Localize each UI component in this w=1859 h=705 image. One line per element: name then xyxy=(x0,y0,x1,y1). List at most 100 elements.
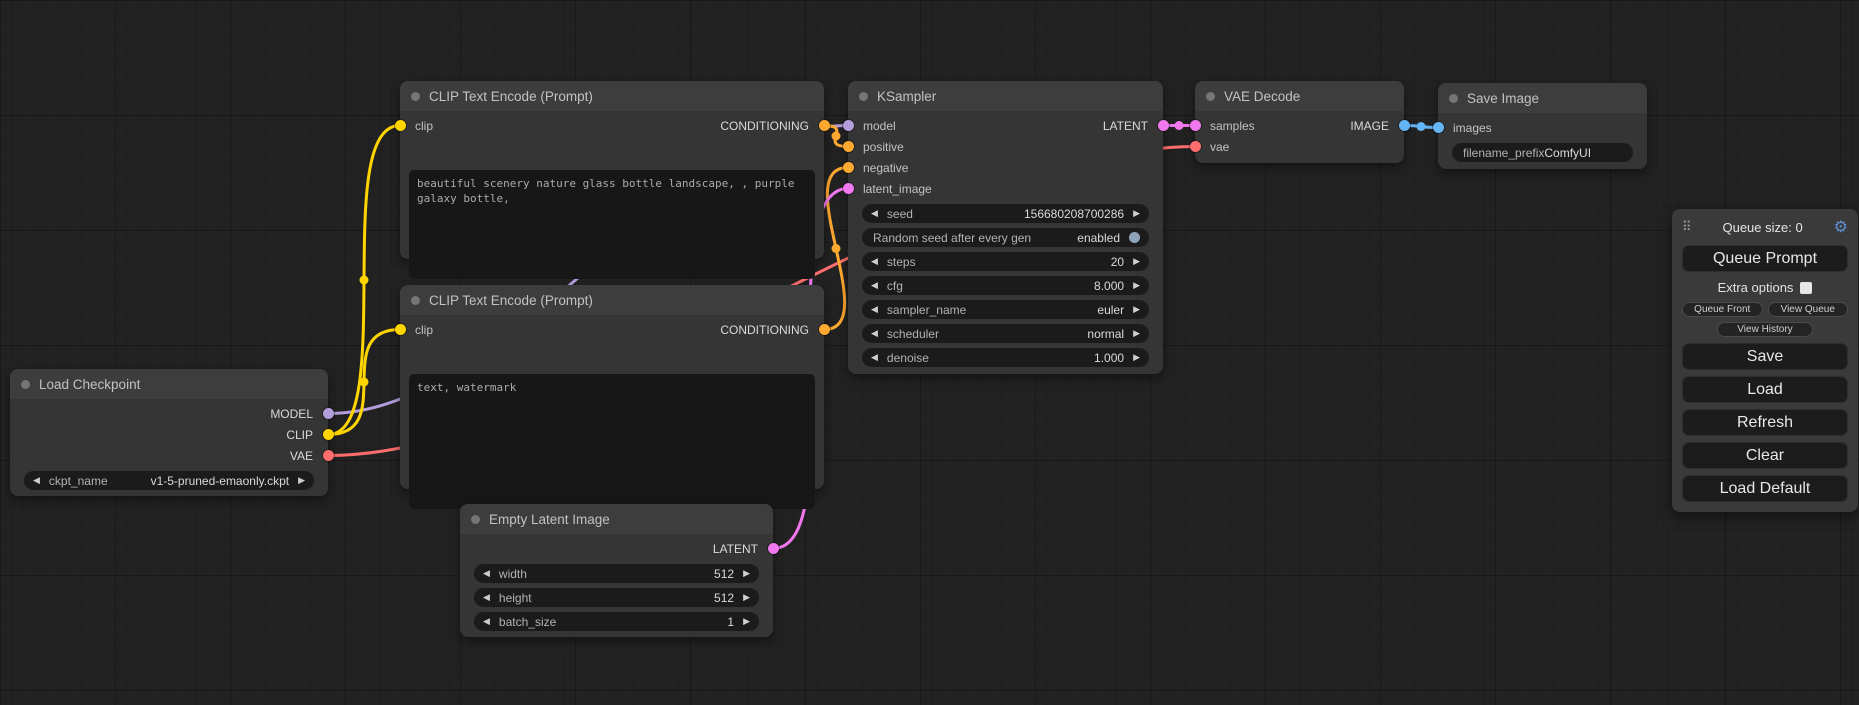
save-button[interactable]: Save xyxy=(1682,343,1848,370)
queue-prompt-button[interactable]: Queue Prompt xyxy=(1682,245,1848,272)
cfg-widget[interactable]: ◀ cfg 8.000 ▶ xyxy=(862,276,1149,295)
increment-arrow-icon[interactable]: ▶ xyxy=(743,569,750,578)
increment-arrow-icon[interactable]: ▶ xyxy=(1133,329,1140,338)
node-empty-latent-image[interactable]: Empty Latent Image LATENT ◀ width 512 ▶ … xyxy=(460,504,773,637)
negative-input-dot[interactable] xyxy=(843,162,854,173)
link-midpoint-dot[interactable] xyxy=(360,276,369,285)
collapse-dot-icon[interactable] xyxy=(1449,94,1458,103)
collapse-dot-icon[interactable] xyxy=(411,296,420,305)
model-input-dot[interactable] xyxy=(843,120,854,131)
increment-arrow-icon[interactable]: ▶ xyxy=(1133,209,1140,218)
widget-value: 512 xyxy=(714,591,734,605)
decrement-arrow-icon[interactable]: ◀ xyxy=(871,209,878,218)
increment-arrow-icon[interactable]: ▶ xyxy=(1133,257,1140,266)
filename-prefix-widget[interactable]: filename_prefix ComfyUI xyxy=(1452,143,1633,162)
slot-row-clip-conditioning: clip CONDITIONING xyxy=(400,319,824,340)
input-label: model xyxy=(863,119,896,133)
decrement-arrow-icon[interactable]: ◀ xyxy=(871,281,878,290)
conditioning-output-dot[interactable] xyxy=(819,324,830,335)
node-title-bar[interactable]: Save Image xyxy=(1438,83,1647,113)
node-title-bar[interactable]: Empty Latent Image xyxy=(460,504,773,534)
decrement-arrow-icon[interactable]: ◀ xyxy=(483,569,490,578)
view-queue-button[interactable]: View Queue xyxy=(1768,302,1849,317)
link-midpoint-dot[interactable] xyxy=(1175,121,1184,130)
node-load-checkpoint[interactable]: Load Checkpoint MODEL CLIP VAE ◀ ckpt_na… xyxy=(10,369,328,496)
node-title: CLIP Text Encode (Prompt) xyxy=(429,293,593,308)
clip-output-dot[interactable] xyxy=(323,429,334,440)
node-save-image[interactable]: Save Image images filename_prefix ComfyU… xyxy=(1438,83,1647,169)
collapse-dot-icon[interactable] xyxy=(1206,92,1215,101)
collapse-dot-icon[interactable] xyxy=(471,515,480,524)
increment-arrow-icon[interactable]: ▶ xyxy=(1133,305,1140,314)
node-clip-text-encode-negative[interactable]: CLIP Text Encode (Prompt) clip CONDITION… xyxy=(400,285,824,489)
view-history-button[interactable]: View History xyxy=(1717,322,1813,337)
decrement-arrow-icon[interactable]: ◀ xyxy=(871,305,878,314)
refresh-button[interactable]: Refresh xyxy=(1682,409,1848,436)
clip-input-dot[interactable] xyxy=(395,120,406,131)
decrement-arrow-icon[interactable]: ◀ xyxy=(871,329,878,338)
decrement-arrow-icon[interactable]: ◀ xyxy=(483,593,490,602)
node-ksampler[interactable]: KSampler model LATENT positive negative … xyxy=(848,81,1163,374)
batch-size-widget[interactable]: ◀ batch_size 1 ▶ xyxy=(474,612,759,631)
sampler-name-widget[interactable]: ◀ sampler_name euler ▶ xyxy=(862,300,1149,319)
drag-handle-icon[interactable]: ⠿ xyxy=(1682,219,1692,235)
increment-arrow-icon[interactable]: ▶ xyxy=(743,617,750,626)
collapse-dot-icon[interactable] xyxy=(859,92,868,101)
node-title-bar[interactable]: CLIP Text Encode (Prompt) xyxy=(400,81,824,111)
node-graph-canvas[interactable]: Load Checkpoint MODEL CLIP VAE ◀ ckpt_na… xyxy=(0,0,1859,705)
vae-output-dot[interactable] xyxy=(323,450,334,461)
queue-actions-row: Queue Front View Queue xyxy=(1682,302,1848,317)
node-title-bar[interactable]: Load Checkpoint xyxy=(10,369,328,399)
positive-input-dot[interactable] xyxy=(843,141,854,152)
settings-gear-icon[interactable]: ⚙ xyxy=(1834,217,1848,237)
image-output-dot[interactable] xyxy=(1399,120,1410,131)
node-title-bar[interactable]: KSampler xyxy=(848,81,1163,111)
samples-input-dot[interactable] xyxy=(1190,120,1201,131)
decrement-arrow-icon[interactable]: ◀ xyxy=(871,353,878,362)
node-title-bar[interactable]: VAE Decode xyxy=(1195,81,1404,111)
collapse-dot-icon[interactable] xyxy=(411,92,420,101)
increment-arrow-icon[interactable]: ▶ xyxy=(743,593,750,602)
output-label: IMAGE xyxy=(1350,119,1389,133)
images-input-dot[interactable] xyxy=(1433,122,1444,133)
random-seed-toggle-widget[interactable]: Random seed after every gen enabled xyxy=(862,228,1149,247)
denoise-widget[interactable]: ◀ denoise 1.000 ▶ xyxy=(862,348,1149,367)
link-midpoint-dot[interactable] xyxy=(1417,122,1426,131)
increment-arrow-icon[interactable]: ▶ xyxy=(1133,353,1140,362)
load-default-button[interactable]: Load Default xyxy=(1682,475,1848,502)
queue-front-button[interactable]: Queue Front xyxy=(1682,302,1763,317)
decrement-arrow-icon[interactable]: ◀ xyxy=(33,476,40,485)
decrement-arrow-icon[interactable]: ◀ xyxy=(483,617,490,626)
toggle-dot-icon[interactable] xyxy=(1129,232,1140,243)
conditioning-output-dot[interactable] xyxy=(819,120,830,131)
model-output-dot[interactable] xyxy=(323,408,334,419)
prompt-textarea[interactable]: text, watermark xyxy=(409,374,815,509)
height-widget[interactable]: ◀ height 512 ▶ xyxy=(474,588,759,607)
width-widget[interactable]: ◀ width 512 ▶ xyxy=(474,564,759,583)
link-midpoint-dot[interactable] xyxy=(360,378,369,387)
latent-output-dot[interactable] xyxy=(768,543,779,554)
clear-button[interactable]: Clear xyxy=(1682,442,1848,469)
slot-row-model-latent: model LATENT xyxy=(848,115,1163,136)
scheduler-widget[interactable]: ◀ scheduler normal ▶ xyxy=(862,324,1149,343)
load-button[interactable]: Load xyxy=(1682,376,1848,403)
link-midpoint-dot[interactable] xyxy=(832,132,841,141)
node-vae-decode[interactable]: VAE Decode samples IMAGE vae xyxy=(1195,81,1404,163)
vae-input-dot[interactable] xyxy=(1190,141,1201,152)
increment-arrow-icon[interactable]: ▶ xyxy=(298,476,305,485)
ckpt-name-widget[interactable]: ◀ ckpt_name v1-5-pruned-emaonly.ckpt ▶ xyxy=(24,471,314,490)
latent-image-input-dot[interactable] xyxy=(843,183,854,194)
prompt-textarea[interactable]: beautiful scenery nature glass bottle la… xyxy=(409,170,815,279)
collapse-dot-icon[interactable] xyxy=(21,380,30,389)
link-midpoint-dot[interactable] xyxy=(832,244,841,253)
decrement-arrow-icon[interactable]: ◀ xyxy=(871,257,878,266)
increment-arrow-icon[interactable]: ▶ xyxy=(1133,281,1140,290)
seed-widget[interactable]: ◀ seed 156680208700286 ▶ xyxy=(862,204,1149,223)
steps-widget[interactable]: ◀ steps 20 ▶ xyxy=(862,252,1149,271)
queue-panel[interactable]: ⠿ Queue size: 0 ⚙ Queue Prompt Extra opt… xyxy=(1672,209,1858,512)
latent-output-dot[interactable] xyxy=(1158,120,1169,131)
node-title-bar[interactable]: CLIP Text Encode (Prompt) xyxy=(400,285,824,315)
clip-input-dot[interactable] xyxy=(395,324,406,335)
node-clip-text-encode-positive[interactable]: CLIP Text Encode (Prompt) clip CONDITION… xyxy=(400,81,824,259)
extra-options-checkbox[interactable] xyxy=(1800,282,1812,294)
